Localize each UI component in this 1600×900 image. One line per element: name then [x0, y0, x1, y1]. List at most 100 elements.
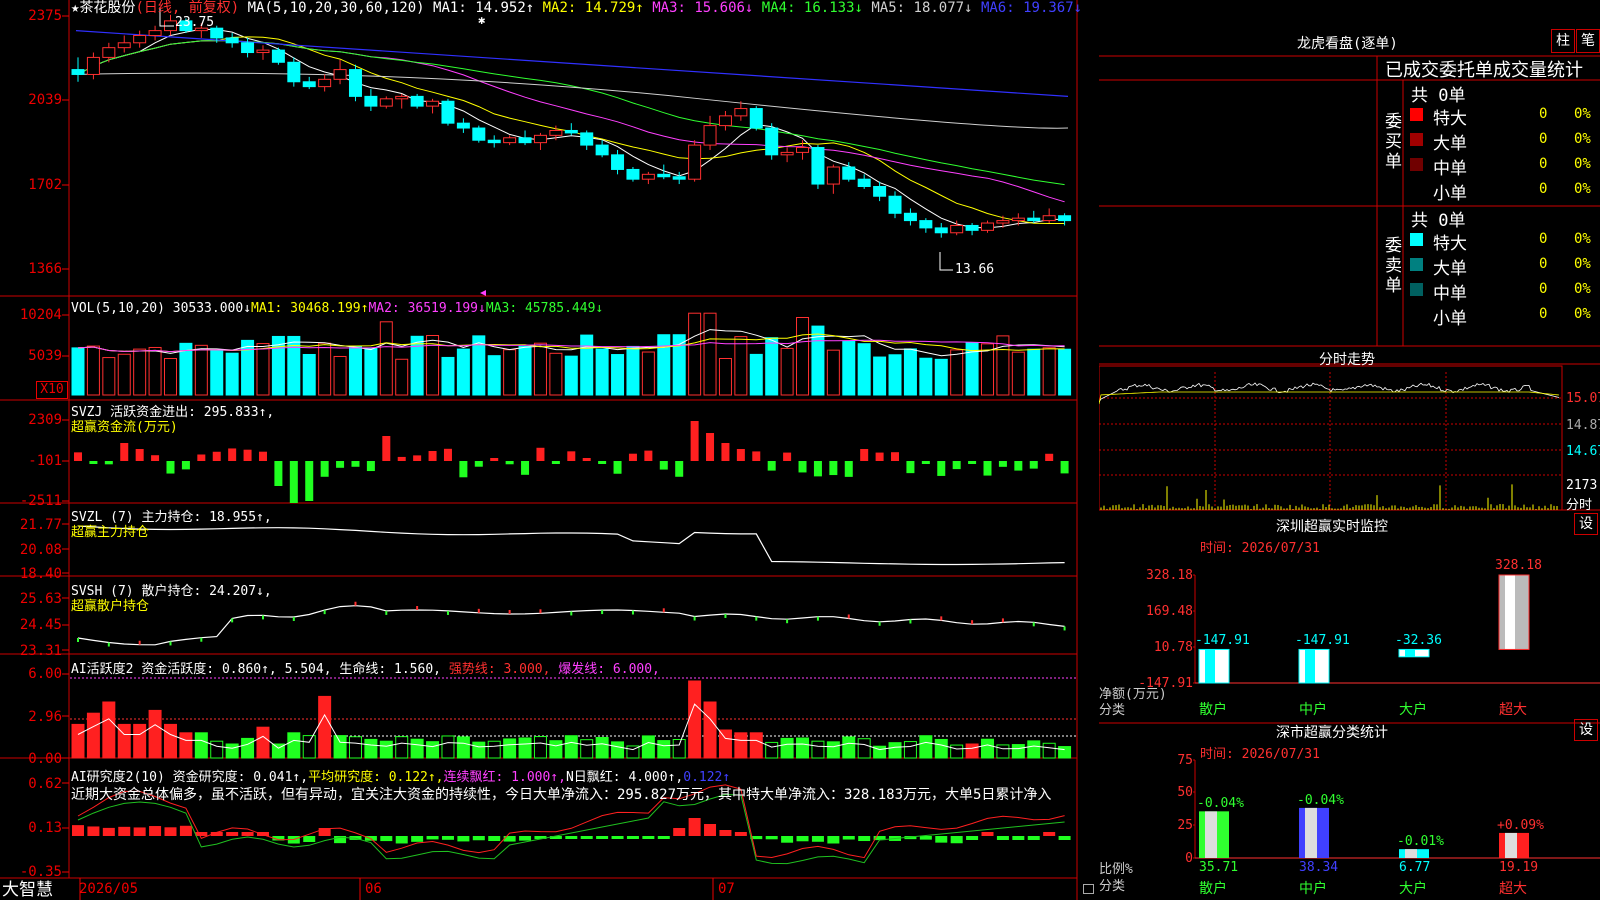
fund-flow-bar [551, 461, 560, 464]
svsh-title: SVSH (7) 散户持仓: 24.207↓, [71, 584, 272, 599]
fl-settings-button[interactable]: 设 [1574, 719, 1598, 741]
sz-settings-button[interactable]: 设 [1574, 513, 1598, 535]
activity-bar [379, 740, 393, 759]
fund-flow-bar [598, 461, 607, 464]
fund-flow-bar [443, 448, 452, 461]
fund-flow-bar [937, 461, 946, 476]
svzl-axis-label: 20.08 [19, 542, 62, 558]
fl-bar-highlight [1405, 849, 1417, 858]
candle-body [549, 129, 563, 136]
candle-body [395, 95, 409, 100]
fund-flow-bar [336, 461, 345, 468]
candle-body [518, 137, 532, 144]
research-bar [858, 836, 871, 842]
sz-category-label: 散户 [1199, 702, 1227, 718]
research-bar [657, 836, 670, 839]
volume-bar [441, 356, 455, 396]
legend-square [1410, 258, 1423, 271]
research-bar [1012, 836, 1025, 840]
activity-bar [71, 723, 85, 759]
candle-body [1027, 217, 1041, 222]
ma-line [77, 40, 1065, 203]
order-size-label: 中单 [1433, 284, 1467, 304]
fund-flow-bar [752, 451, 761, 461]
volume-bar [518, 345, 532, 396]
volume-bar [611, 354, 625, 396]
fl-category-label: 中户 [1299, 881, 1327, 897]
fund-flow-bar [289, 461, 298, 503]
activity-bar [703, 701, 717, 759]
research-bar [596, 836, 609, 839]
ai1-burst: 爆发线: 6.000, [558, 662, 660, 677]
candle-body [703, 125, 717, 146]
order-pct: 0% [1574, 181, 1591, 197]
main-holding-line [77, 525, 1065, 566]
candle-body [271, 49, 285, 63]
volume-bar [148, 346, 162, 396]
ma-value-1: MA1: 14.952↑ [433, 0, 535, 16]
stat-tab-title[interactable]: 已成交委托单成交量统计 [1385, 56, 1583, 82]
ai1-strong: 强势线: 3.000, [448, 662, 551, 677]
activity-bar [749, 732, 763, 759]
fund-flow-bar [1014, 461, 1023, 471]
fund-flow-bar [521, 461, 530, 475]
fund-flow-bar [181, 461, 190, 470]
ma-label: MA(5,10,20,30,60,120) [247, 0, 425, 16]
fund-flow-bar [983, 461, 992, 476]
chart-header: ★茶花股份(日线, 前复权) MA(5,10,20,30,60,120) MA1… [71, 1, 1082, 16]
fund-flow-bar [921, 461, 930, 464]
vol-header: VOL(5,10,20) 30533.000↓MA1: 30468.199↑MA… [71, 301, 603, 316]
volume-bar [318, 342, 332, 396]
volume-bar [888, 354, 902, 396]
activity-bar [1058, 746, 1072, 759]
vol-ma3: MA3: 45785.449↓ [485, 301, 604, 316]
fs-title: 分时走势 [1319, 352, 1375, 368]
bar-mode-button[interactable]: 柱 [1551, 29, 1575, 53]
svzj-axis-label: -101 [28, 453, 62, 469]
volume-bar [395, 358, 409, 396]
volume-bar [641, 351, 655, 396]
activity-bar [981, 738, 995, 759]
fund-flow-bar [628, 453, 637, 461]
order-pct: 0% [1574, 131, 1591, 147]
lhb-title: 龙虎看盘(逐单) [1297, 36, 1398, 52]
activity-bar [333, 735, 347, 759]
sz-bar-label: -147.91 [1195, 633, 1250, 649]
lock-icon[interactable] [1083, 884, 1094, 894]
volume-bar [256, 343, 270, 396]
fund-flow-bar [305, 461, 314, 501]
fund-flow-bar [212, 451, 221, 461]
research-bar [734, 832, 747, 836]
activity-bar [86, 712, 100, 759]
activity-bar [734, 732, 748, 759]
fl-axis-label: 75 [1177, 753, 1193, 768]
svzj-axis-label: 2309 [28, 412, 62, 428]
volume-bar [348, 345, 362, 396]
sz-bar-label: -147.91 [1295, 633, 1350, 649]
fund-flow-bar [844, 461, 853, 477]
high-price-label: 23.75 [175, 15, 215, 30]
activity-bar [225, 743, 239, 759]
candle-body [903, 212, 917, 222]
fs-axis-label: 15.07 [1566, 391, 1600, 406]
research-bar [426, 836, 439, 840]
order-count: 0 [1539, 281, 1548, 297]
volume-bar [379, 321, 393, 396]
pen-mode-button[interactable]: 笔 [1576, 29, 1600, 53]
legend-square [1410, 183, 1423, 196]
candle-body [333, 69, 347, 80]
candle-body [965, 224, 979, 231]
svzl-sub: 超赢主力持仓 [71, 525, 150, 540]
activity-bar [641, 735, 655, 759]
ai1-header: AI活跃度2 资金活跃度: 0.860↑, 5.504, 生命线: 1.560,… [71, 662, 660, 677]
ai2-axis-label: 0.13 [28, 820, 62, 836]
activity-bar [672, 738, 686, 759]
right-panel-svg: 328.18169.4810.78-147.917550250 [1099, 55, 1600, 866]
vol-unit-button[interactable]: X10 [36, 381, 68, 399]
research-bar [488, 836, 501, 842]
fund-flow-bar [135, 449, 144, 461]
fund-flow-bar [875, 452, 884, 461]
research-bar [303, 836, 316, 842]
research-bar [626, 836, 639, 839]
research-bar [996, 836, 1009, 840]
